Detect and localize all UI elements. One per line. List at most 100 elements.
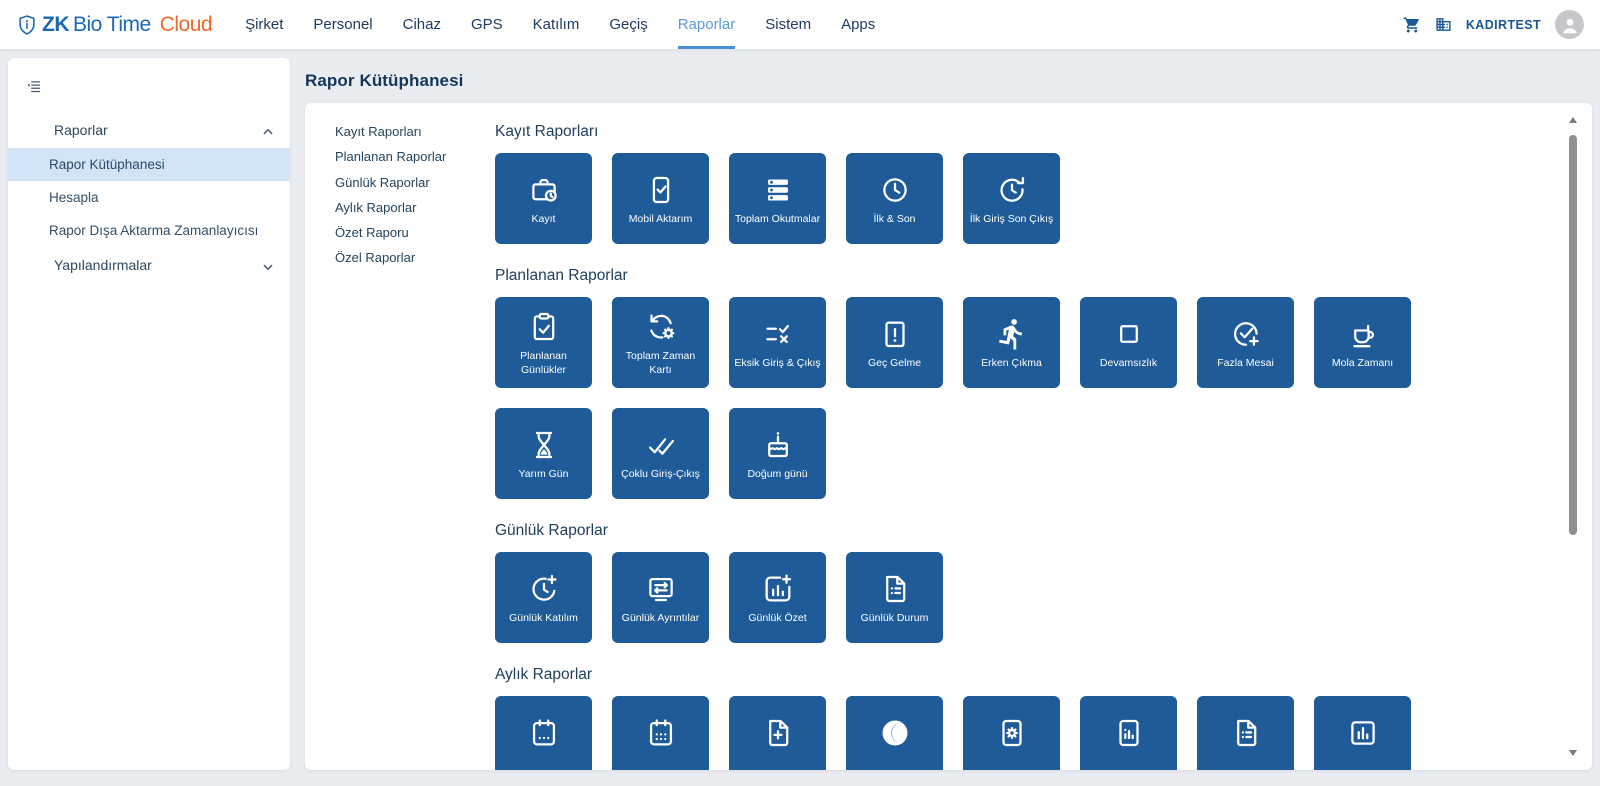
report-tile-toplam-zaman-kartı[interactable]: Toplam Zaman Kartı bbox=[612, 297, 709, 388]
tile-label: Mola Zamanı bbox=[1332, 357, 1393, 371]
scrollbar-thumb[interactable] bbox=[1569, 135, 1577, 535]
avatar[interactable] bbox=[1555, 10, 1584, 39]
tile-label: Mobil Aktarım bbox=[629, 213, 693, 227]
cart-icon[interactable] bbox=[1403, 16, 1421, 34]
report-category-links: Kayıt RaporlarıPlanlanan RaporlarGünlük … bbox=[335, 119, 490, 271]
scrollbar-up-arrow[interactable] bbox=[1568, 115, 1578, 125]
tile-label: Doğum günü bbox=[747, 468, 807, 482]
category-link-1[interactable]: Planlanan Raporlar bbox=[335, 144, 490, 169]
sidebar-item-2[interactable]: Rapor Dışa Aktarma Zamanlayıcısı bbox=[8, 214, 290, 247]
logo-text-zk: ZK bbox=[42, 13, 69, 37]
report-tile-günlük-özet[interactable]: Günlük Özet bbox=[729, 552, 826, 643]
company-building-icon[interactable] bbox=[1435, 16, 1452, 33]
report-tile-toplam-okutmalar[interactable]: Toplam Okutmalar bbox=[729, 153, 826, 244]
category-link-2[interactable]: Günlük Raporlar bbox=[335, 170, 490, 195]
nav-item-sistem[interactable]: Sistem bbox=[765, 0, 811, 49]
top-header: ZKBio TimeCloud Şirket Personel Cihaz GPS Ka… bbox=[0, 0, 1600, 50]
report-tile-günlük-katılım[interactable]: Günlük Katılım bbox=[495, 552, 592, 643]
tile-label: Günlük Özet bbox=[748, 612, 806, 626]
check-cross-lines-icon bbox=[761, 317, 795, 351]
report-library-card: Kayıt RaporlarıPlanlanan RaporlarGünlük … bbox=[305, 103, 1592, 770]
report-tile-i-lk-giriş-son-çıkış[interactable]: İlk Giriş Son Çıkış bbox=[963, 153, 1060, 244]
category-link-4[interactable]: Özet Raporu bbox=[335, 220, 490, 245]
shield-logo-icon bbox=[16, 14, 38, 36]
category-link-0[interactable]: Kayıt Raporları bbox=[335, 119, 490, 144]
sidebar: Raporlar Rapor KütüphanesiHesaplaRapor Dı… bbox=[8, 58, 290, 770]
nav-item-apps[interactable]: Apps bbox=[841, 0, 875, 49]
report-tile-mola-zamanı[interactable]: Mola Zamanı bbox=[1314, 297, 1411, 388]
app-logo[interactable]: ZKBio TimeCloud bbox=[16, 13, 212, 37]
section-title: Aylık Raporlar bbox=[495, 664, 1562, 686]
nav-item-kat-l-m[interactable]: Katılım bbox=[533, 0, 580, 49]
report-tile-günlük-ayrıntılar[interactable]: Günlük Ayrıntılar bbox=[612, 552, 709, 643]
tile-label: Devamsızlık bbox=[1100, 357, 1157, 371]
collapse-sidebar-icon[interactable] bbox=[25, 78, 42, 95]
report-section-1: Planlanan RaporlarPlanlanan GünlüklerTop… bbox=[495, 265, 1562, 499]
report-tile-çoklu-giriş-çıkış[interactable]: Çoklu Giriş-Çıkış bbox=[612, 408, 709, 499]
bar-chart-frame-icon bbox=[1346, 716, 1380, 750]
tile-label: Çoklu Giriş-Çıkış bbox=[621, 468, 700, 482]
sidebar-item-0[interactable]: Rapor Kütüphanesi bbox=[8, 148, 290, 181]
tile-label: Kayıt bbox=[532, 213, 556, 227]
sidebar-item-1[interactable]: Hesapla bbox=[8, 181, 290, 214]
tile-label: Günlük Durum bbox=[861, 612, 929, 626]
report-tile-i-lk-son[interactable]: İlk & Son bbox=[846, 153, 943, 244]
sidebar-group-1[interactable]: Yapılandırmalar bbox=[8, 247, 290, 283]
tablet-chart-icon bbox=[1112, 716, 1146, 750]
report-section-2: Günlük Raporlar Günlük Katılım Günlük Ayrı… bbox=[495, 520, 1562, 643]
header-right: KADIRTEST bbox=[1403, 10, 1584, 39]
clock-icon bbox=[878, 173, 912, 207]
tile-grid bbox=[495, 696, 1420, 770]
tile-label: Geç Gelme bbox=[868, 357, 921, 371]
report-tile-fazla-mesai[interactable]: Fazla Mesai bbox=[1197, 297, 1294, 388]
report-tile-erken-çıkma[interactable]: Erken Çıkma bbox=[963, 297, 1060, 388]
report-tile-mobil-aktarım[interactable]: Mobil Aktarım bbox=[612, 153, 709, 244]
clock-refresh-icon bbox=[995, 173, 1029, 207]
page-title: Rapor Kütüphanesi bbox=[305, 71, 464, 91]
logo-text-biotime: Bio Time bbox=[73, 13, 151, 37]
report-tile-bar-chart-frame[interactable] bbox=[1314, 696, 1411, 770]
report-tile-günlük-durum[interactable]: Günlük Durum bbox=[846, 552, 943, 643]
nav-item-raporlar[interactable]: Raporlar bbox=[678, 0, 736, 49]
section-title: Kayıt Raporları bbox=[495, 121, 1562, 143]
report-tile-doğum-günü[interactable]: Doğum günü bbox=[729, 408, 826, 499]
nav-item-personel[interactable]: Personel bbox=[313, 0, 372, 49]
report-tile-eksik-giriş-çıkış[interactable]: Eksik Giriş & Çıkış bbox=[729, 297, 826, 388]
display-sliders-icon bbox=[644, 572, 678, 606]
sidebar-group-0[interactable]: Raporlar bbox=[8, 112, 290, 148]
report-tile-tablet-gear[interactable] bbox=[963, 696, 1060, 770]
tile-label: Fazla Mesai bbox=[1217, 357, 1274, 371]
nav-item--irket[interactable]: Şirket bbox=[245, 0, 283, 49]
clock-plus-icon bbox=[527, 572, 561, 606]
report-tile-document-plus[interactable] bbox=[729, 696, 826, 770]
report-tile-geç-gelme[interactable]: Geç Gelme bbox=[846, 297, 943, 388]
user-name[interactable]: KADIRTEST bbox=[1466, 18, 1541, 32]
nav-item-ge-i-[interactable]: Geçiş bbox=[609, 0, 647, 49]
report-tile-calendar-grid[interactable] bbox=[612, 696, 709, 770]
nav-item-gps[interactable]: GPS bbox=[471, 0, 503, 49]
document-list-icon bbox=[1229, 716, 1263, 750]
report-tile-contrast-circle[interactable] bbox=[846, 696, 943, 770]
section-title: Günlük Raporlar bbox=[495, 520, 1562, 542]
time-gear-icon bbox=[644, 310, 678, 344]
sidebar-group-label: Raporlar bbox=[54, 122, 262, 138]
tablet-gear-icon bbox=[995, 716, 1029, 750]
scrollbar-down-arrow[interactable] bbox=[1568, 748, 1578, 758]
report-tile-devamsızlık[interactable]: Devamsızlık bbox=[1080, 297, 1177, 388]
report-tile-document-list[interactable] bbox=[1197, 696, 1294, 770]
report-tile-calendar[interactable] bbox=[495, 696, 592, 770]
report-tile-yarım-gün[interactable]: Yarım Gün bbox=[495, 408, 592, 499]
category-link-5[interactable]: Özel Raporlar bbox=[335, 245, 490, 270]
report-tile-kayıt[interactable]: Kayıt bbox=[495, 153, 592, 244]
list-stack-icon bbox=[761, 173, 795, 207]
category-link-3[interactable]: Aylık Raporlar bbox=[335, 195, 490, 220]
report-tile-tablet-chart[interactable] bbox=[1080, 696, 1177, 770]
document-plus-icon bbox=[761, 716, 795, 750]
report-tile-planlanan-günlükler[interactable]: Planlanan Günlükler bbox=[495, 297, 592, 388]
document-list-icon bbox=[878, 572, 912, 606]
tile-label: Günlük Ayrıntılar bbox=[622, 612, 699, 626]
nav-item-cihaz[interactable]: Cihaz bbox=[403, 0, 441, 49]
phone-check-icon bbox=[644, 173, 678, 207]
sidebar-group-label: Yapılandırmalar bbox=[54, 257, 262, 273]
hourglass-icon bbox=[527, 428, 561, 462]
